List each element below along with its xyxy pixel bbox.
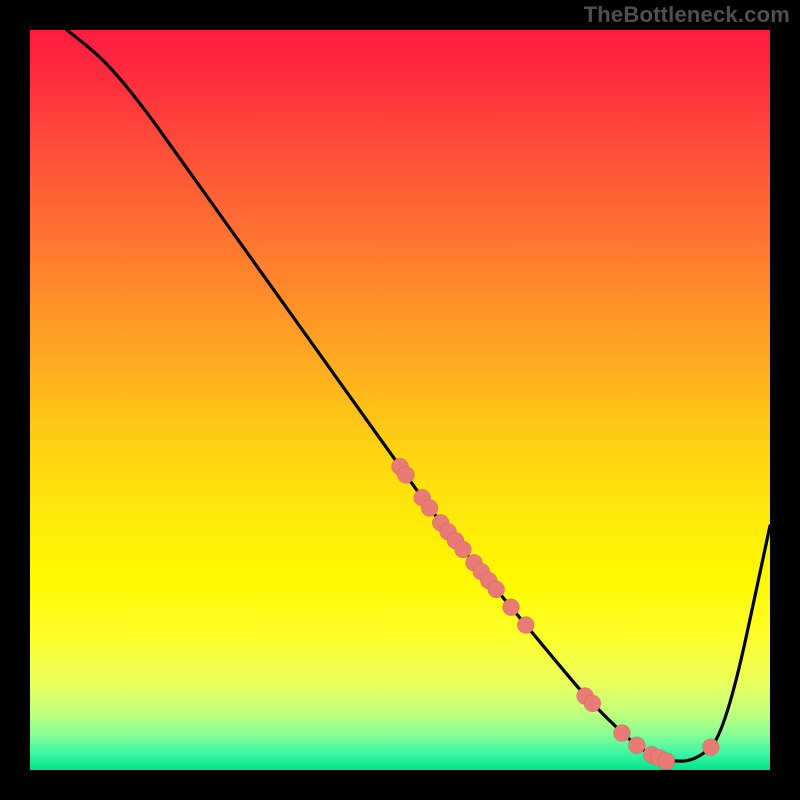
scatter-dot	[488, 581, 505, 598]
scatter-dot	[702, 739, 719, 756]
plot-area	[30, 30, 770, 770]
scatter-dot	[454, 541, 471, 558]
scatter-dots	[392, 458, 720, 769]
scatter-dot	[628, 737, 645, 754]
scatter-dot	[614, 725, 631, 742]
scatter-dot	[397, 466, 414, 483]
watermark-text: TheBottleneck.com	[584, 2, 790, 28]
chart-stage: TheBottleneck.com	[0, 0, 800, 800]
scatter-dot	[658, 753, 675, 770]
scatter-dot	[584, 695, 601, 712]
bottleneck-curve	[67, 30, 770, 761]
scatter-dot	[503, 599, 520, 616]
chart-svg	[30, 30, 770, 770]
scatter-dot	[517, 617, 534, 634]
scatter-dot	[421, 500, 438, 517]
